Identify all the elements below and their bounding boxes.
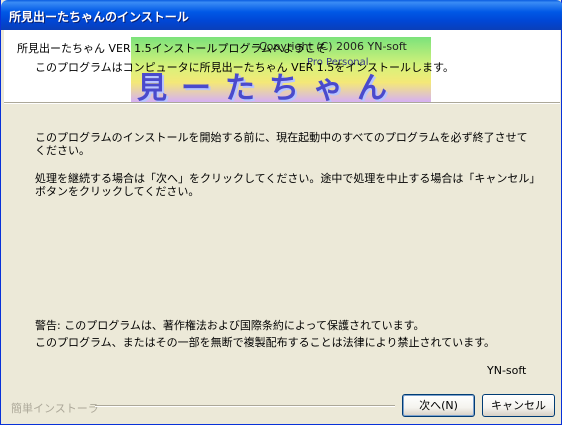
header-title: 所見出ーたちゃん VER 1.5インストールプログラムへようこそ — [17, 42, 328, 55]
instruction-paragraph-2: 処理を継続する場合は「次へ」をクリックしてください。途中で処理を中止する場合は「… — [35, 172, 535, 198]
author-label: YN-soft — [487, 364, 527, 377]
header-divider — [4, 102, 560, 104]
cancel-button[interactable]: キャンセル — [482, 394, 555, 417]
copyright-warning-line-2: このプログラム、またはその一部を無断で複製配布することは法律により禁止されていま… — [35, 336, 496, 349]
footer-divider — [95, 405, 395, 407]
installer-window: 所見出ーたちゃんのインストール Copyright (C) 2006 YN-so… — [0, 0, 562, 425]
title-bar[interactable]: 所見出ーたちゃんのインストール — [1, 0, 562, 30]
copyright-warning-line-1: 警告: このプログラムは、著作権法および国際条約によって保護されています。 — [35, 319, 425, 332]
header-subtitle: このプログラムはコンピュータに所見出ーたちゃん VER 1.5をインストールしま… — [35, 61, 454, 74]
instruction-paragraph-1: このプログラムのインストールを開始する前に、現在起動中のすべてのプログラムを必ず… — [35, 131, 528, 157]
installer-brand-label: 簡単インストーラ — [11, 402, 99, 415]
window-title: 所見出ーたちゃんのインストール — [9, 10, 189, 24]
next-button[interactable]: 次へ(N) — [402, 394, 475, 417]
